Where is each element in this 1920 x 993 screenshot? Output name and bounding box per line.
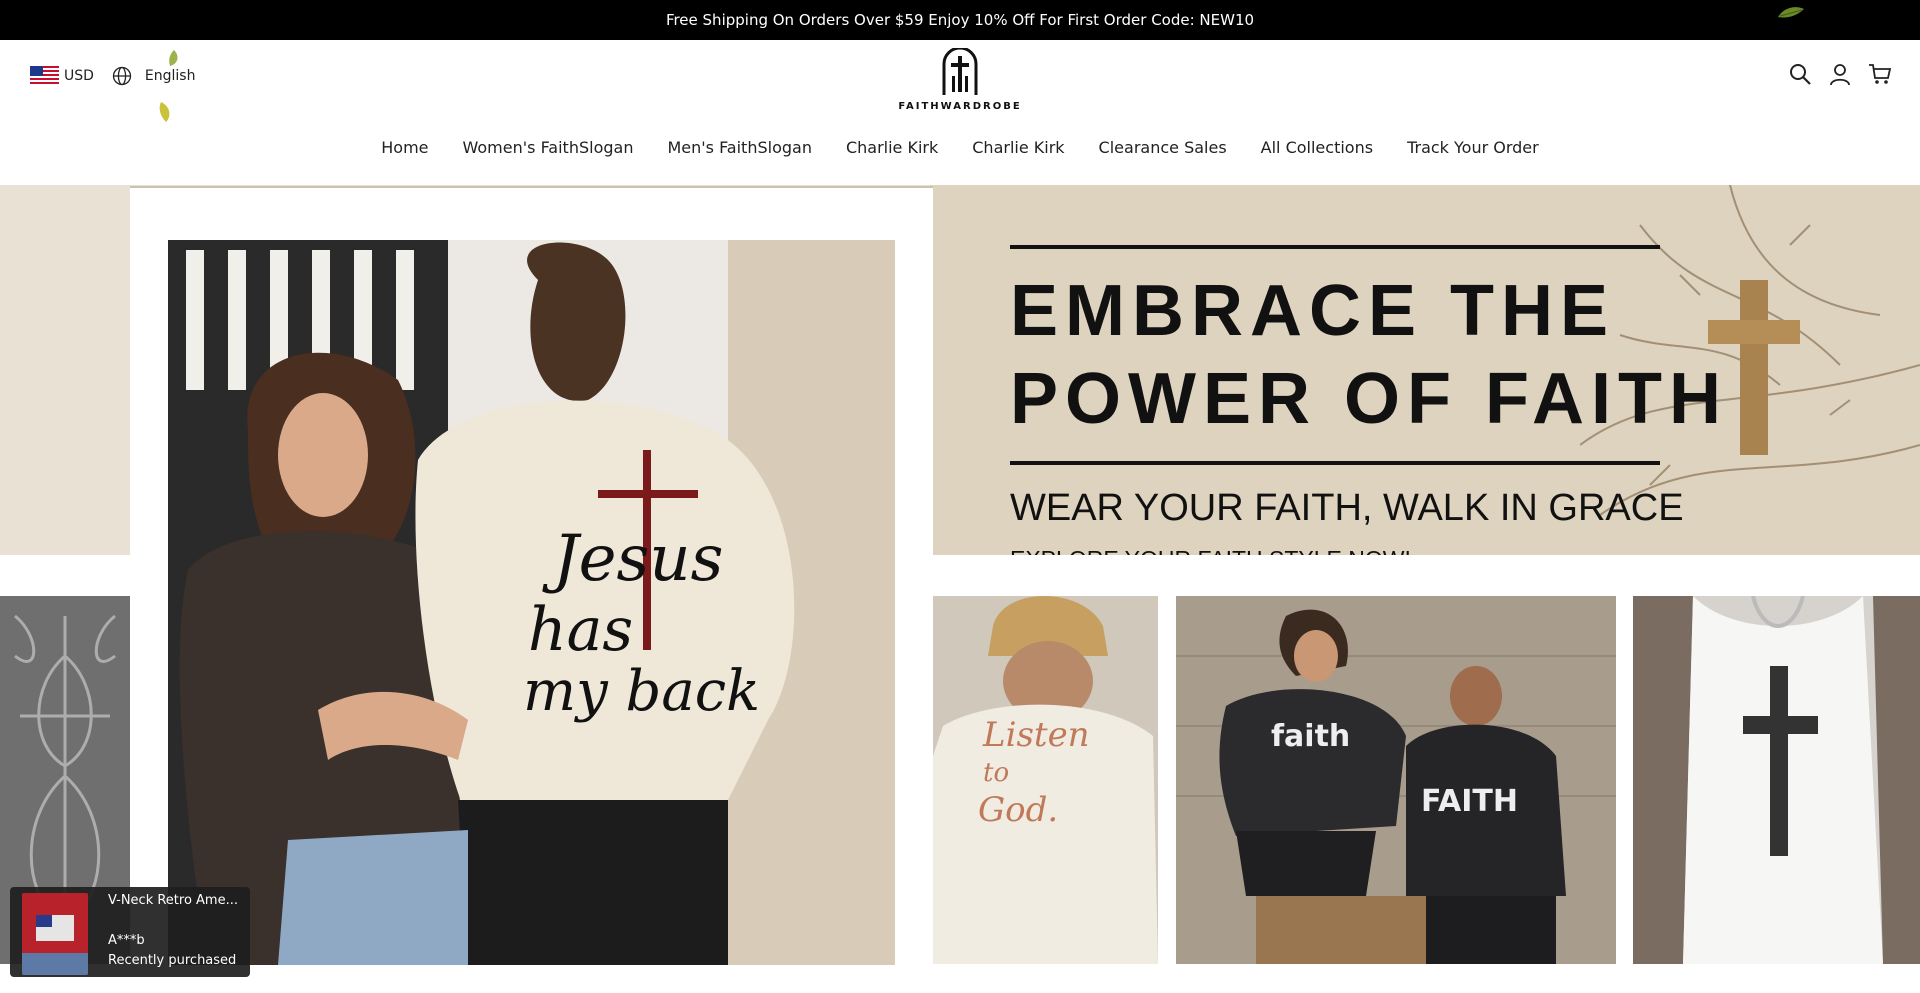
- hero-tagline: WEAR YOUR FAITH, WALK IN GRACE: [1010, 487, 1684, 529]
- account-icon[interactable]: [1828, 62, 1852, 86]
- leaf-icon: [169, 50, 178, 66]
- hero-headline-block: EMBRACE THE POWER OF FAITH WEAR YOUR FAI…: [1010, 245, 1728, 555]
- product-tile-faith-hoodies[interactable]: faith FAITH: [1176, 596, 1616, 964]
- toast-product-name: V-Neck Retro Ame...: [108, 893, 238, 908]
- shirt-text-line1: Jesus: [542, 522, 723, 596]
- locale-selector: USD English: [30, 66, 195, 86]
- logo-arch-cross-icon: [942, 46, 978, 95]
- shirt-text-line3: my back: [523, 659, 760, 724]
- language-selector[interactable]: English: [145, 68, 196, 84]
- cross-tank-top-image: [1633, 596, 1920, 964]
- hero-headline-line1: EMBRACE THE: [1010, 271, 1616, 351]
- hero-cta-text[interactable]: EXPLORE YOUR FAITH STYLE NOW!: [1010, 546, 1728, 555]
- nav-item-charlie-kirk-2[interactable]: Charlie Kirk: [972, 138, 1064, 157]
- recent-purchase-toast[interactable]: V-Neck Retro Ame... A***b Recently purch…: [10, 887, 250, 977]
- toast-product-thumbnail: [22, 893, 88, 975]
- divider: [1010, 245, 1660, 249]
- nav-item-charlie-kirk[interactable]: Charlie Kirk: [846, 138, 938, 157]
- announcement-bar: Free Shipping On Orders Over $59 Enjoy 1…: [0, 0, 1920, 40]
- logo-text: FAITHWARDROBE: [898, 101, 1022, 112]
- divider: [1010, 461, 1660, 465]
- nav-item-mens-faith-slogan[interactable]: Men's FaithSlogan: [667, 138, 812, 157]
- nav-item-home[interactable]: Home: [381, 138, 428, 157]
- site-logo[interactable]: FAITHWARDROBE: [898, 46, 1022, 112]
- search-icon[interactable]: [1788, 62, 1812, 86]
- cart-icon[interactable]: [1868, 62, 1892, 86]
- listen-to-god-shirt-image: Listen to God.: [933, 596, 1158, 964]
- faith-hoodies-couple-image: faith FAITH: [1176, 596, 1616, 964]
- tile-shirt-text-1: faith: [1271, 719, 1350, 754]
- globe-icon[interactable]: [112, 66, 132, 86]
- leaf-icon: [1778, 7, 1804, 18]
- tile-shirt-text-2: FAITH: [1421, 784, 1518, 819]
- nav-item-all-collections[interactable]: All Collections: [1261, 138, 1373, 157]
- tile-shirt-text-1: Listen: [982, 715, 1090, 755]
- nav-item-clearance-sales[interactable]: Clearance Sales: [1099, 138, 1227, 157]
- product-tile-listen-to-god[interactable]: Listen to God.: [933, 596, 1158, 964]
- tile-shirt-text-3: God.: [978, 790, 1058, 830]
- nav-item-track-order[interactable]: Track Your Order: [1407, 138, 1539, 157]
- currency-selector[interactable]: USD: [64, 68, 94, 84]
- featured-photo[interactable]: Jesus has my back: [168, 240, 895, 965]
- toast-status: Recently purchased: [108, 953, 237, 968]
- tile-shirt-text-2: to: [983, 758, 1009, 788]
- header-actions: [1788, 62, 1892, 86]
- nav-item-womens-faith-slogan[interactable]: Women's FaithSlogan: [463, 138, 634, 157]
- couple-jesus-shirt-image: Jesus has my back: [168, 240, 895, 965]
- announcement-text: Free Shipping On Orders Over $59 Enjoy 1…: [665, 11, 1255, 29]
- hero-headline-line2: POWER OF FAITH: [1010, 359, 1728, 439]
- toast-buyer-name: A***b: [108, 933, 145, 948]
- main-navigation: Home Women's FaithSlogan Men's FaithSlog…: [0, 138, 1920, 157]
- leaf-icon: [159, 102, 170, 122]
- site-header: USD English FAITHWARDROBE Home Women's F…: [0, 40, 1920, 185]
- product-tile-cross-tank[interactable]: [1633, 596, 1920, 964]
- us-flag-icon[interactable]: [30, 66, 59, 86]
- shirt-text-line2: has: [528, 595, 633, 665]
